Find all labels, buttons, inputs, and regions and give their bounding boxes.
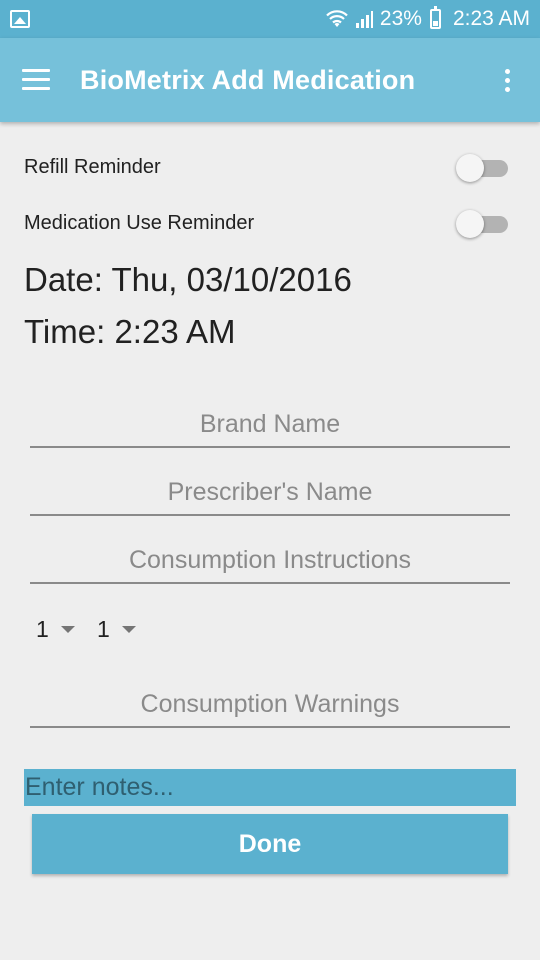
consumption-warnings-input[interactable]: Consumption Warnings (30, 682, 510, 728)
consumption-instructions-input[interactable]: Consumption Instructions (30, 538, 510, 584)
frequency-spinner[interactable]: 1 (97, 616, 136, 643)
gallery-notification-icon (10, 10, 30, 28)
battery-icon (429, 6, 441, 29)
refill-reminder-row: Refill Reminder (24, 152, 510, 182)
refill-reminder-switch[interactable] (456, 152, 510, 182)
app-title: BioMetrix Add Medication (80, 64, 416, 95)
app-bar: BioMetrix Add Medication (0, 38, 540, 122)
done-button[interactable]: Done (32, 814, 508, 874)
medication-use-reminder-label: Medication Use Reminder (24, 211, 255, 234)
clock: 2:23 AM (452, 7, 530, 30)
brand-name-input[interactable]: Brand Name (30, 402, 510, 448)
hamburger-menu-icon[interactable] (22, 69, 52, 91)
time-display[interactable]: Time: 2:23 AM (24, 313, 236, 351)
chevron-down-icon (121, 626, 136, 633)
medication-use-reminder-switch[interactable] (456, 208, 510, 238)
quantity-spinner[interactable]: 1 (36, 616, 75, 643)
refill-reminder-label: Refill Reminder (24, 155, 161, 178)
notes-input[interactable]: Enter notes... (24, 769, 516, 806)
status-bar: 23% 2:23 AM (0, 0, 540, 38)
signal-icon (355, 11, 373, 28)
frequency-spinner-value: 1 (97, 616, 110, 642)
wifi-icon (326, 10, 348, 27)
quantity-spinner-value: 1 (36, 616, 49, 642)
date-display[interactable]: Date: Thu, 03/10/2016 (24, 261, 352, 299)
battery-percent: 23% (379, 7, 422, 30)
overflow-menu-icon[interactable] (492, 65, 522, 95)
chevron-down-icon (60, 626, 75, 633)
medication-use-reminder-row: Medication Use Reminder (24, 208, 510, 238)
prescriber-name-input[interactable]: Prescriber's Name (30, 470, 510, 516)
